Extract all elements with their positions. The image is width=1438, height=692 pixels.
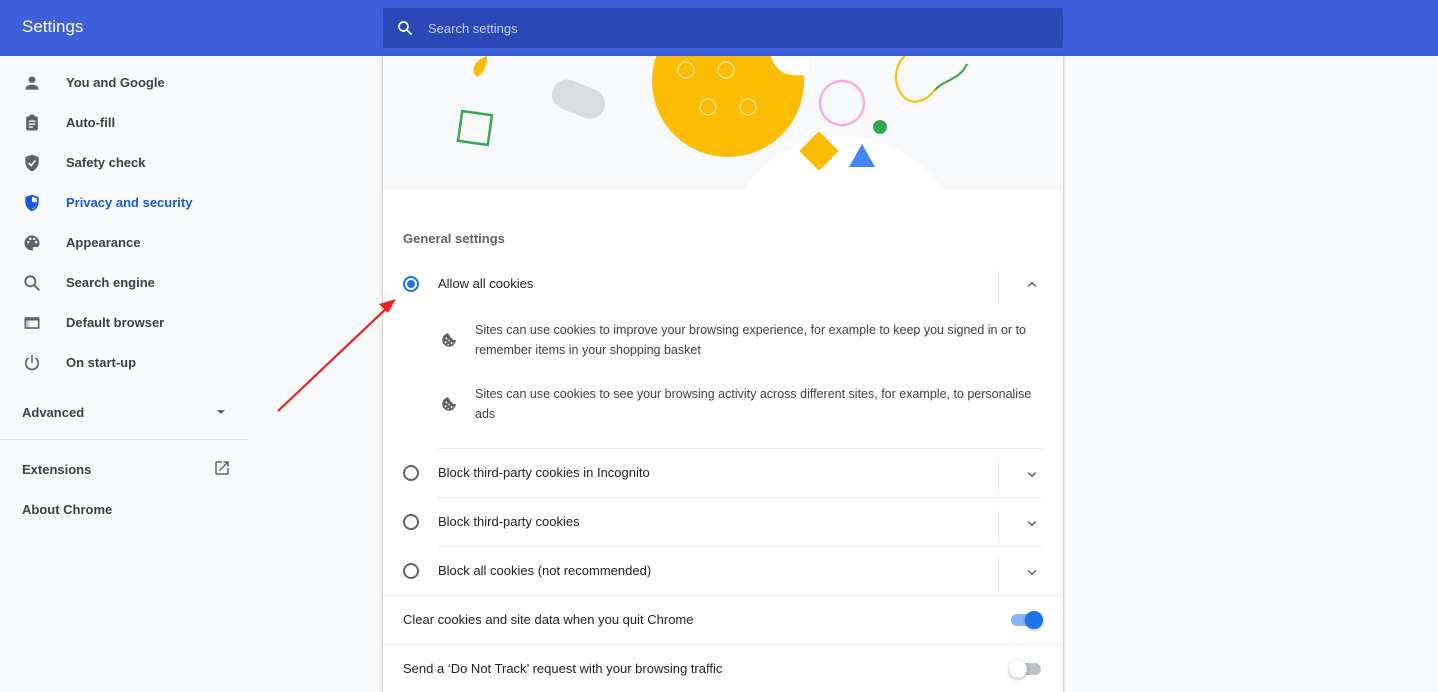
chevron-up-icon[interactable] — [1023, 276, 1041, 294]
advanced-label: Advanced — [22, 405, 85, 420]
cookie-option-block-all[interactable]: Block all cookies (not recommended) — [383, 547, 1063, 595]
sidebar-item-label: Search engine — [66, 275, 155, 290]
do-not-track-row[interactable]: Send a ‘Do Not Track’ request with your … — [383, 645, 1063, 692]
radio-label: Allow all cookies — [438, 276, 534, 291]
cookie-option-block-third-party[interactable]: Block third-party cookies — [383, 498, 1063, 546]
radio-label: Block third-party cookies in Incognito — [438, 465, 650, 480]
cookies-illustration — [456, 56, 968, 190]
sidebar-item-you-and-google[interactable]: You and Google — [0, 63, 250, 103]
block-incognito-radio[interactable] — [403, 465, 419, 481]
top-bar: Settings — [0, 0, 1438, 56]
radio-label: Block all cookies (not recommended) — [438, 563, 652, 578]
cookie-icon — [442, 333, 456, 347]
cookie-description: Sites can use cookies to see your browsi… — [475, 387, 1032, 421]
shield-icon — [25, 194, 39, 212]
sidebar-item-label: Auto-fill — [66, 115, 116, 130]
row-separator — [998, 270, 999, 304]
allow-all-radio[interactable] — [403, 276, 419, 292]
sidebar-item-label: Appearance — [66, 235, 141, 250]
row-separator — [998, 508, 999, 542]
row-separator — [998, 557, 999, 591]
search-input[interactable] — [428, 8, 1048, 48]
cookies-illustration-banner — [383, 56, 1063, 190]
toggle-knob — [1025, 611, 1043, 629]
block-third-party-radio[interactable] — [403, 514, 419, 530]
clipboard-icon — [26, 114, 38, 131]
cookie-option-allow-all[interactable]: Allow all cookies — [383, 260, 1063, 308]
cookie-option-block-third-party-incognito[interactable]: Block third-party cookies in Incognito — [383, 449, 1063, 497]
sidebar-item-auto-fill[interactable]: Auto-fill — [0, 103, 250, 143]
palette-icon — [24, 235, 40, 251]
sidebar: You and Google Auto-fill Safety check Pr… — [0, 56, 250, 692]
sidebar-item-on-start-up[interactable]: On start-up — [0, 343, 250, 383]
sidebar-item-label: On start-up — [66, 355, 137, 370]
sidebar-item-label: Privacy and security — [66, 195, 193, 210]
browser-icon — [24, 317, 40, 329]
sidebar-item-label: You and Google — [66, 75, 165, 90]
sidebar-item-appearance[interactable]: Appearance — [0, 223, 250, 263]
person-icon — [25, 76, 39, 90]
sidebar-item-label: Default browser — [66, 315, 165, 330]
sidebar-item-search-engine[interactable]: Search engine — [0, 263, 250, 303]
sidebar-item-about-chrome[interactable]: About Chrome — [0, 491, 250, 527]
search-icon — [398, 21, 412, 35]
extensions-label: Extensions — [22, 462, 92, 477]
cookies-settings-card: General settings Allow all cookies Sites… — [383, 56, 1063, 692]
chevron-down-icon[interactable] — [1023, 514, 1041, 532]
radio-label: Block third-party cookies — [438, 514, 580, 529]
sidebar-item-safety-check[interactable]: Safety check — [0, 143, 250, 183]
sidebar-divider — [0, 439, 248, 440]
annotation-arrow — [277, 299, 396, 412]
app-title: Settings — [22, 17, 84, 36]
toggle-knob — [1009, 660, 1027, 678]
power-icon — [24, 354, 40, 371]
search-box[interactable] — [383, 8, 1063, 48]
toggle-label: Send a ‘Do Not Track’ request with your … — [403, 661, 723, 676]
sidebar-item-label: Safety check — [66, 155, 146, 170]
open-external-icon — [215, 461, 229, 475]
clear-cookies-on-quit-row[interactable]: Clear cookies and site data when you qui… — [383, 596, 1063, 644]
shield-check-icon — [25, 154, 39, 172]
chevron-down-icon[interactable] — [1023, 563, 1041, 581]
toggle-label: Clear cookies and site data when you qui… — [403, 612, 694, 627]
cookie-icon — [442, 397, 456, 411]
general-settings-heading: General settings — [403, 231, 505, 246]
block-all-radio[interactable] — [403, 563, 419, 579]
advanced-section-toggle[interactable]: Advanced — [0, 392, 250, 430]
chevron-down-icon[interactable] — [1023, 465, 1041, 483]
about-chrome-label: About Chrome — [22, 502, 113, 517]
caret-down-icon — [217, 410, 225, 414]
cookie-description: Sites can use cookies to improve your br… — [475, 323, 1026, 357]
sidebar-item-extensions[interactable]: Extensions — [0, 451, 250, 487]
sidebar-item-default-browser[interactable]: Default browser — [0, 303, 250, 343]
do-not-track-toggle[interactable] — [1009, 660, 1041, 678]
row-separator — [998, 459, 999, 493]
sidebar-item-privacy-and-security[interactable]: Privacy and security — [0, 183, 250, 223]
search-icon — [24, 275, 40, 291]
clear-cookies-toggle[interactable] — [1011, 611, 1043, 629]
